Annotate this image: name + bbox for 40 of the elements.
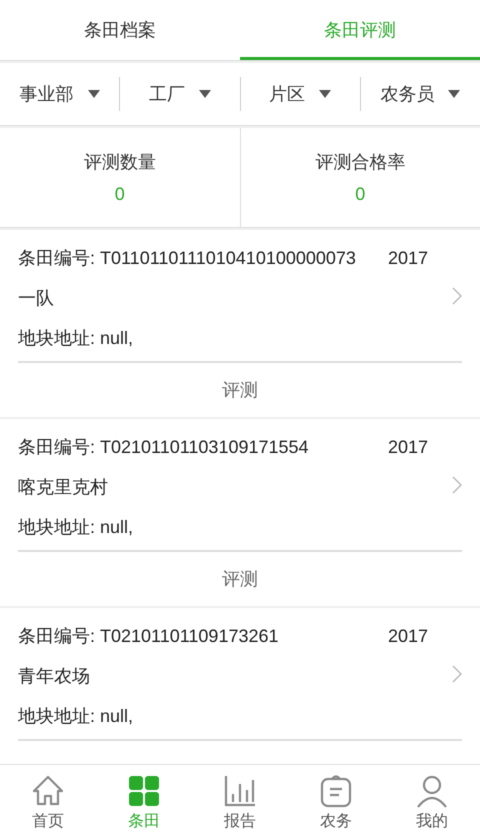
field-year: 2017 [388,624,428,646]
field-code: 条田编号: T0110110111010410100000073 [18,246,356,268]
chevron-right-icon [452,664,462,682]
filter-dropdown[interactable]: 农务员 [380,82,434,106]
tab[interactable]: 条田档案 [0,0,240,60]
grid-icon [127,774,161,808]
field-card[interactable]: 条田编号: T02101101109173261 2017 青年农场 地块地址: null, [0,608,480,764]
nav-item[interactable]: 我的 [384,765,480,840]
field-team: 青年农场 [18,664,91,686]
filter-dropdown[interactable]: 事业部 [20,82,74,106]
nav-item[interactable]: 报告 [192,765,288,840]
bar-chart-icon [223,774,257,808]
stat-label: 评测合格率 [315,151,406,174]
dropdown-arrow-icon [319,90,332,98]
dropdown-arrow-icon [88,90,100,98]
chevron-right-icon [452,476,462,494]
home-icon [31,774,65,808]
field-card[interactable]: 条田编号: T02101101103109171554 2017 喀克里克村 地块地址: null, 评测 [0,419,480,606]
field-code: 条田编号: T02101101109173261 [18,624,279,646]
dropdown-arrow-icon [448,90,460,98]
chevron-right-icon [452,286,462,304]
field-team: 一队 [18,286,55,308]
field-year: 2017 [388,246,428,268]
nav-item[interactable]: 农务 [288,765,384,840]
dropdown-arrow-icon [198,90,211,98]
field-year: 2017 [388,436,428,458]
filter-dropdown[interactable]: 片区 [269,82,306,106]
filter-dropdown[interactable]: 工厂 [148,82,185,106]
stat-value: 0 [355,184,366,205]
person-icon [415,774,449,808]
clipboard-icon [319,774,353,808]
field-code: 条田编号: T02101101103109171554 [18,436,309,458]
field-address: 地块地址: null, [18,516,134,538]
stat-label: 评测数量 [84,151,156,174]
stat-value: 0 [114,184,125,205]
nav-item[interactable]: 首页 [0,765,96,840]
field-address: 地块地址: null, [18,704,134,726]
field-team: 喀克里克村 [18,476,109,498]
field-address: 地块地址: null, [18,326,134,348]
field-card[interactable]: 条田编号: T0110110111010410100000073 2017 一队 地块地址: null, 评测 [0,230,480,417]
